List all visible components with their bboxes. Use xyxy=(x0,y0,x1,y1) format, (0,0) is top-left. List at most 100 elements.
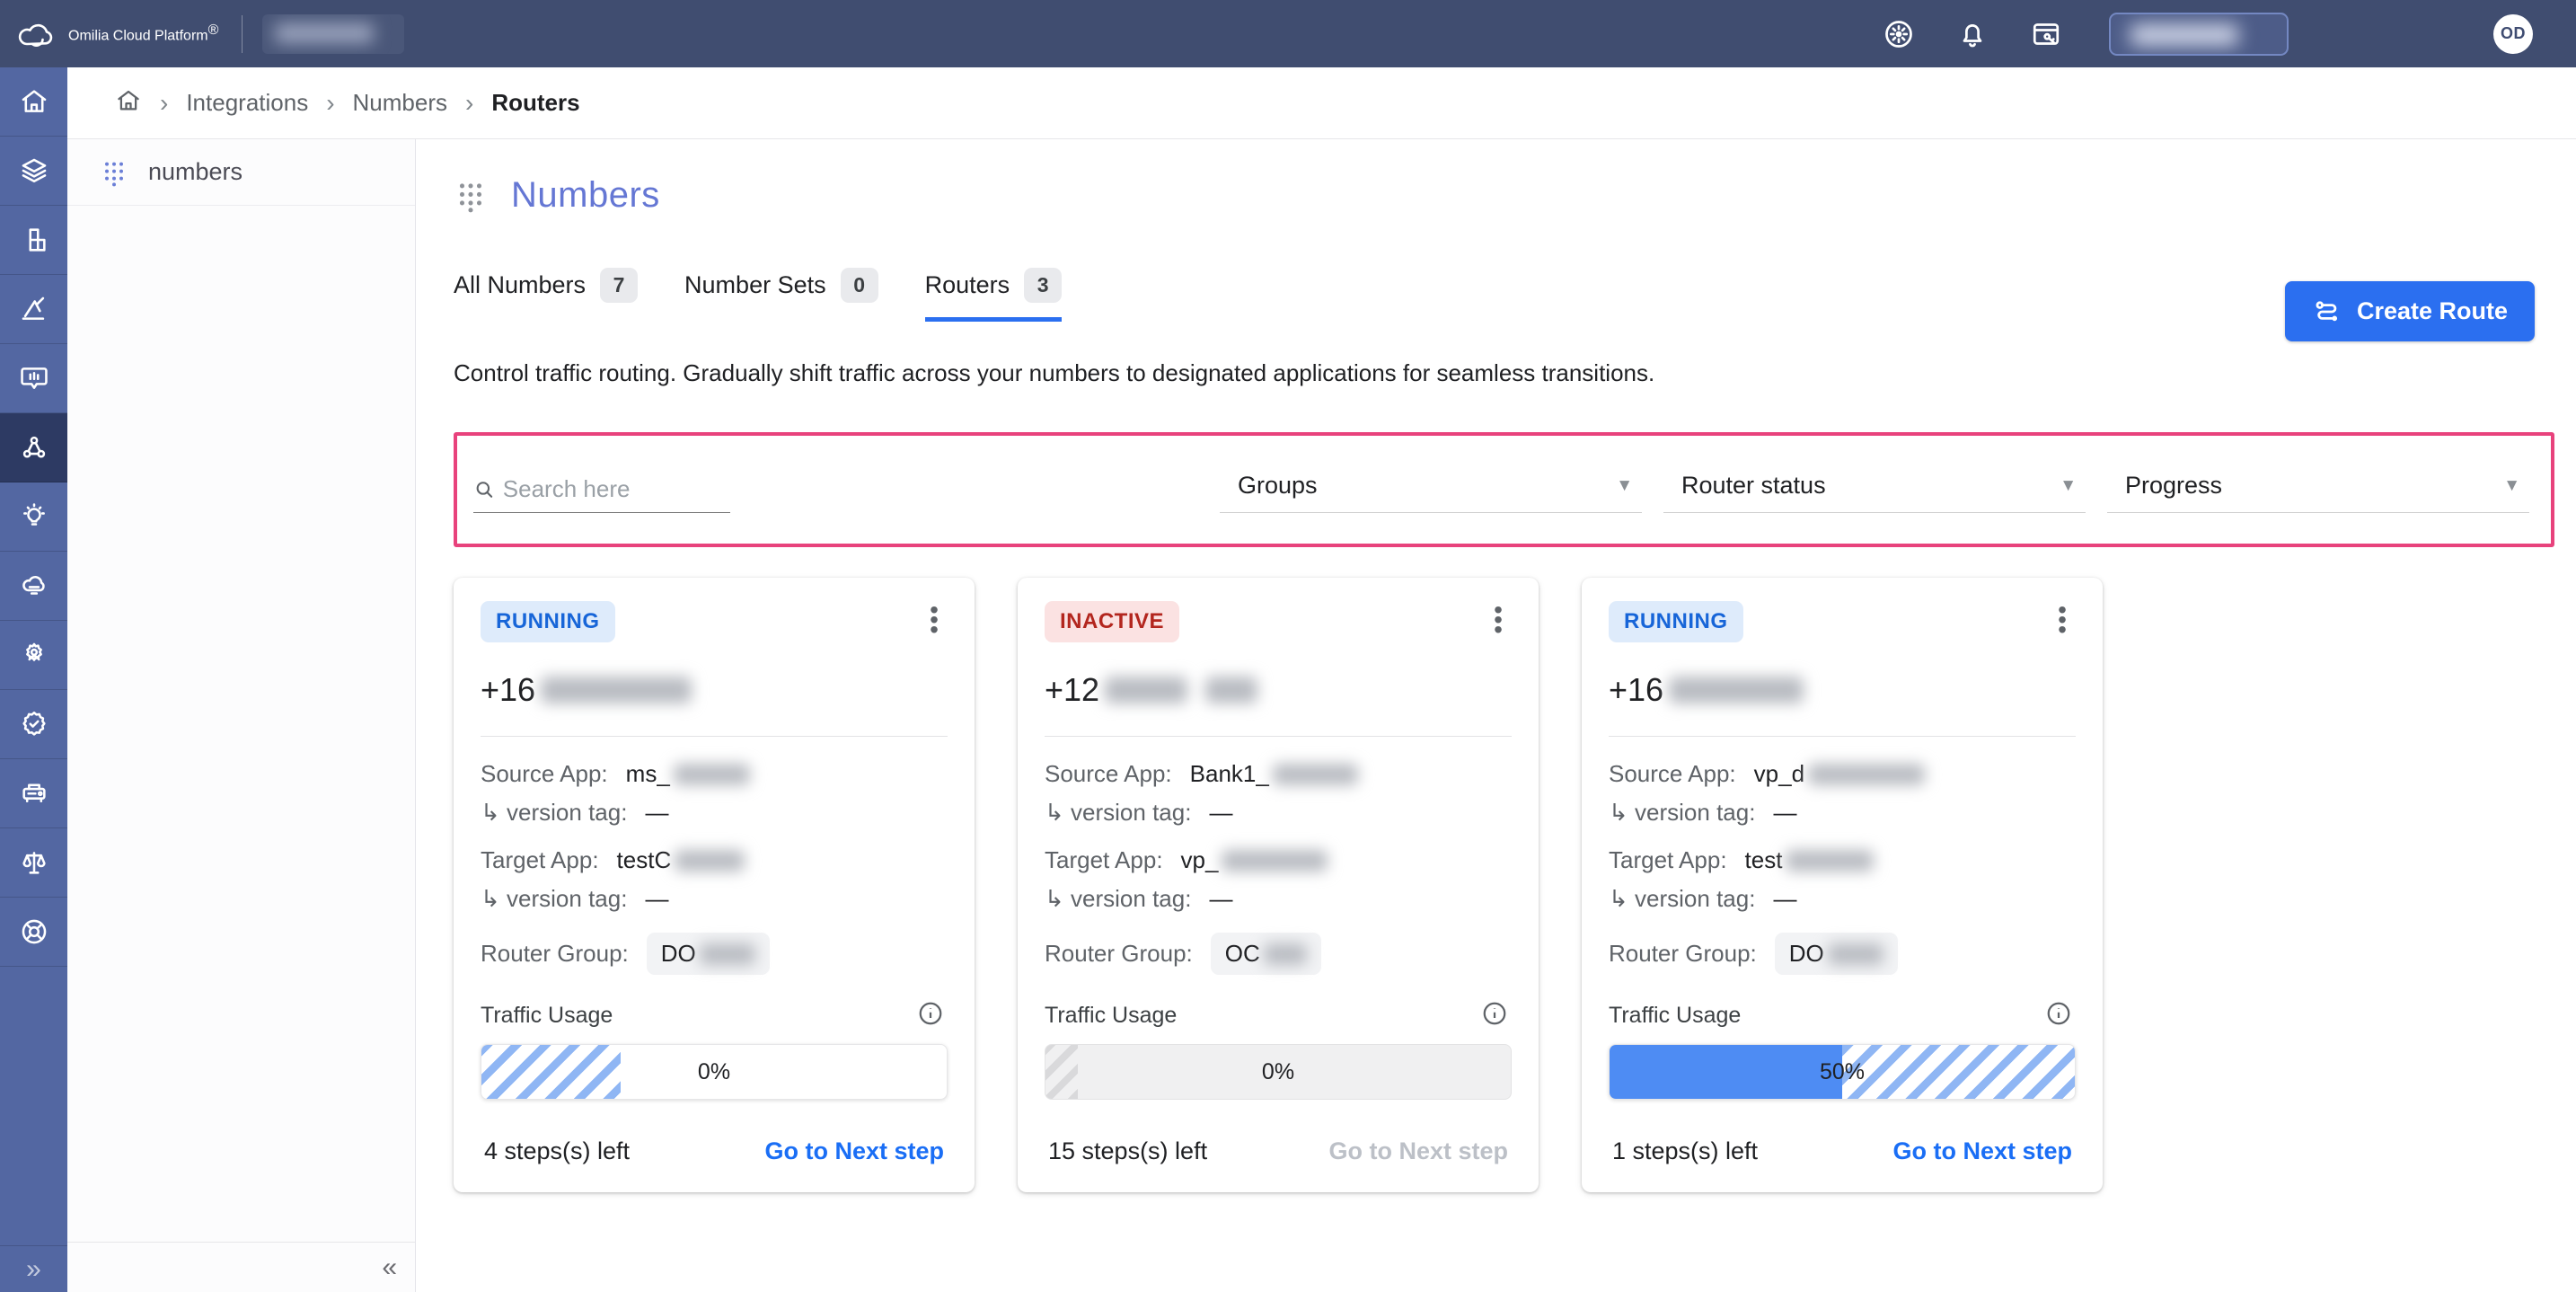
lifebuoy-icon xyxy=(22,919,46,944)
traffic-percent: 0% xyxy=(697,1058,731,1084)
breadcrumb-numbers[interactable]: Numbers xyxy=(353,89,447,117)
breadcrumb-separator: › xyxy=(326,88,335,117)
router-group-label: Router Group: xyxy=(1609,940,1757,967)
breadcrumb-separator: › xyxy=(160,88,169,117)
kebab-menu-icon[interactable]: • • • xyxy=(2049,597,2076,642)
search-icon xyxy=(476,481,493,498)
rail-item-cloud[interactable] xyxy=(0,552,67,621)
window-key-icon[interactable] xyxy=(2030,18,2062,50)
go-next-step-link[interactable]: Go to Next step xyxy=(764,1137,944,1165)
rail-item-chat-insights[interactable] xyxy=(0,344,67,413)
rail-item-blocks[interactable] xyxy=(0,206,67,275)
secondary-sidebar-header[interactable]: numbers xyxy=(67,139,415,206)
tab-all-numbers[interactable]: All Numbers 7 xyxy=(454,268,639,322)
traffic-progress-bar: 0% xyxy=(481,1044,948,1100)
network-icon xyxy=(22,436,45,458)
breadcrumb-integrations[interactable]: Integrations xyxy=(186,89,308,117)
phone-number: +12 xyxy=(1045,671,1512,709)
phone-number: +16 xyxy=(481,671,948,709)
breadcrumb-home-icon[interactable] xyxy=(115,87,142,119)
rail-item-badge-check[interactable] xyxy=(0,690,67,759)
filter-bar-highlighted: Groups ▼ Router status ▼ Progress ▼ xyxy=(454,432,2554,547)
page-title-row: Numbers xyxy=(454,175,2576,216)
version-tag-value: — xyxy=(645,885,669,912)
redacted xyxy=(1105,677,1188,704)
progress-select[interactable]: Progress ▼ xyxy=(2107,472,2529,513)
search-input[interactable] xyxy=(502,475,730,503)
rail-item-user-gear[interactable] xyxy=(0,621,67,690)
router-card: RUNNING • • • +16 Source App: vp_d ↳ ver… xyxy=(1582,578,2103,1192)
secondary-sidebar: numbers « xyxy=(67,139,416,1292)
target-app-label: Target App: xyxy=(1609,846,1727,873)
router-status-select[interactable]: Router status ▼ xyxy=(1663,472,2086,513)
sidebar-collapse-button[interactable]: « xyxy=(67,1242,415,1292)
redacted-blob xyxy=(275,22,375,43)
version-tag-label: ↳ version tag: xyxy=(481,885,628,912)
breadcrumb: › Integrations › Numbers › Routers xyxy=(67,67,2576,139)
redacted xyxy=(1669,677,1804,704)
redacted xyxy=(1263,942,1307,965)
brand: Omilia Cloud Platform® xyxy=(16,19,218,49)
groups-select[interactable]: Groups ▼ xyxy=(1220,472,1642,513)
search-field[interactable] xyxy=(473,475,730,513)
target-app-label: Target App: xyxy=(1045,846,1163,873)
version-tag-value: — xyxy=(1209,799,1233,826)
rail-item-layers[interactable] xyxy=(0,137,67,206)
dialpad-dots-icon xyxy=(459,182,482,212)
redacted xyxy=(1272,763,1358,785)
version-tag-label: ↳ version tag: xyxy=(1045,885,1192,912)
redacted xyxy=(1205,677,1258,704)
kebab-menu-icon[interactable]: • • • xyxy=(1485,597,1512,642)
notifications-bell-icon[interactable] xyxy=(1956,18,1989,50)
home-icon xyxy=(22,90,46,112)
version-tag-value: — xyxy=(1209,885,1233,912)
info-icon[interactable] xyxy=(917,1000,944,1031)
brand-text: Omilia Cloud Platform® xyxy=(68,22,219,44)
target-app-value: test xyxy=(1745,846,1875,874)
blocks-icon xyxy=(28,228,46,252)
rail-item-network-active[interactable] xyxy=(0,413,67,482)
router-group-chip: DO xyxy=(1774,933,1898,975)
redacted-blob xyxy=(2130,23,2238,46)
topbar-select-redacted[interactable] xyxy=(2109,12,2289,56)
apps-wheel-icon[interactable] xyxy=(1883,18,1915,50)
rail-expand-button[interactable]: » xyxy=(0,1245,67,1292)
tab-count-badge: 7 xyxy=(600,268,639,303)
target-app-value: vp_ xyxy=(1181,846,1328,874)
scales-icon xyxy=(22,852,46,874)
machine-icon xyxy=(22,783,46,803)
rail-item-scales[interactable] xyxy=(0,828,67,898)
go-next-step-link[interactable]: Go to Next step xyxy=(1892,1137,2072,1165)
layers-icon xyxy=(22,158,46,183)
tab-number-sets[interactable]: Number Sets 0 xyxy=(684,268,878,322)
badge-check-icon xyxy=(22,711,46,736)
kebab-menu-icon[interactable]: • • • xyxy=(921,597,948,642)
omilia-logo-icon xyxy=(18,23,53,47)
rail-item-machine[interactable] xyxy=(0,759,67,828)
redacted xyxy=(1827,942,1883,965)
tab-routers-active[interactable]: Routers 3 xyxy=(924,268,1063,322)
status-badge: RUNNING xyxy=(1609,601,1743,642)
info-icon[interactable] xyxy=(1481,1000,1508,1031)
create-route-button[interactable]: Create Route xyxy=(2284,281,2535,341)
info-icon[interactable] xyxy=(2045,1000,2072,1031)
icon-rail: » xyxy=(0,67,67,1292)
rail-item-lifebuoy[interactable] xyxy=(0,898,67,967)
steps-left: 15 steps(s) left xyxy=(1048,1137,1208,1164)
rail-item-home[interactable] xyxy=(0,67,67,137)
environment-box-redacted[interactable] xyxy=(262,13,405,54)
app-root: Omilia Cloud Platform® OD » › Integratio… xyxy=(0,0,2576,1292)
rail-item-vector[interactable] xyxy=(0,275,67,344)
route-icon xyxy=(2316,300,2338,321)
router-group-label: Router Group: xyxy=(1045,940,1193,967)
user-avatar[interactable]: OD xyxy=(2493,13,2533,54)
source-app-value: Bank1_ xyxy=(1190,760,1358,788)
redacted xyxy=(1222,849,1328,872)
traffic-progress-bar: 50% xyxy=(1609,1044,2076,1100)
breadcrumb-routers-current: Routers xyxy=(491,89,580,116)
phone-number: +16 xyxy=(1609,671,2076,709)
filter-selects: Groups ▼ Router status ▼ Progress ▼ xyxy=(1220,472,2529,513)
chevron-down-icon: ▼ xyxy=(1616,475,1633,495)
rail-item-lightbulb[interactable] xyxy=(0,482,67,552)
page-title: Numbers xyxy=(511,175,660,215)
